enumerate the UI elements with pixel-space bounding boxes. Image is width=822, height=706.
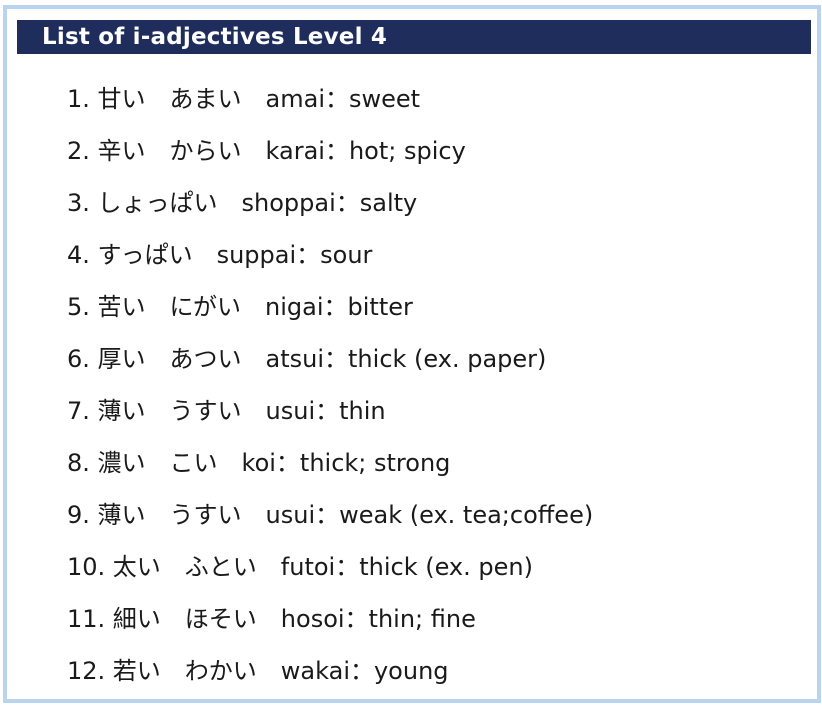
- list-item: 3. しょっぱい shoppai：salty: [67, 189, 418, 217]
- list-item: 2. 辛い からい karai：hot; spicy: [67, 137, 466, 165]
- list-item: 5. 苦い にがい nigai：bitter: [67, 293, 413, 321]
- list-item: 1. 甘い あまい amai：sweet: [67, 85, 421, 113]
- list-item: 9. 薄い うすい usui：weak (ex. tea;coffee): [67, 501, 594, 529]
- adjective-list: 1. 甘い あまい amai：sweet 2. 辛い からい karai：hot…: [67, 73, 593, 697]
- list-item: 12. 若い わかい wakai：young: [67, 657, 449, 685]
- list-item: 4. すっぱい suppai：sour: [67, 241, 373, 269]
- list-item: 10. 太い ふとい futoi：thick (ex. pen): [67, 553, 533, 581]
- list-title: List of i-adjectives Level 4: [17, 20, 811, 54]
- list-item: 7. 薄い うすい usui：thin: [67, 397, 386, 425]
- list-item: 6. 厚い あつい atsui：thick (ex. paper): [67, 345, 547, 373]
- list-item: 11. 細い ほそい hosoi：thin; fine: [67, 605, 476, 633]
- content-frame: List of i-adjectives Level 4 1. 甘い あまい a…: [3, 5, 821, 703]
- list-item: 8. 濃い こい koi：thick; strong: [67, 449, 451, 477]
